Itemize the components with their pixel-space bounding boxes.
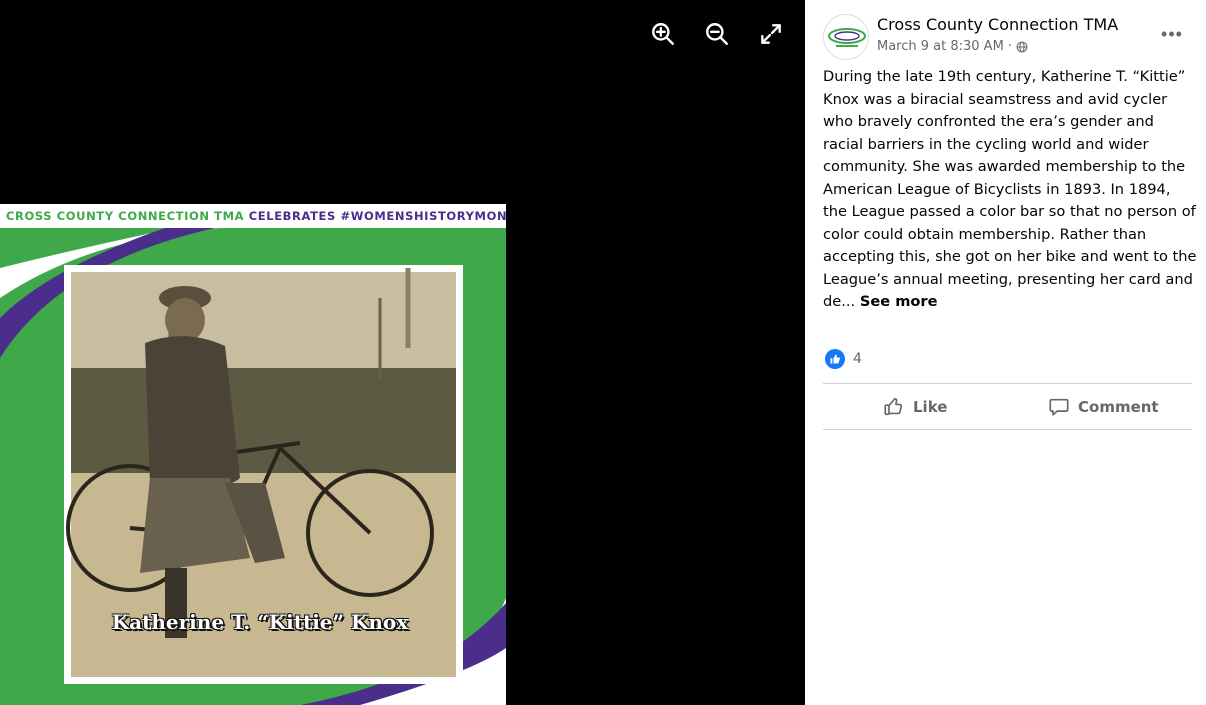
thumbs-up-icon xyxy=(884,397,903,416)
photo-caption: Katherine T. “Kittie” Knox xyxy=(111,610,409,634)
globe-icon xyxy=(1016,41,1028,52)
comment-icon xyxy=(1049,398,1069,416)
zoom-in-button[interactable] xyxy=(649,20,677,48)
post-meta: March 9 at 8:30 AM · xyxy=(877,39,1028,54)
meta-separator: · xyxy=(1007,39,1012,54)
banner-celebrates: CELEBRATES #WOMENSHISTORYMONTH xyxy=(248,209,506,223)
fullscreen-icon xyxy=(761,24,781,44)
page-logo-icon xyxy=(824,15,868,59)
zoom-out-icon xyxy=(706,23,728,45)
more-icon: ••• xyxy=(1161,23,1183,44)
reaction-count: 4 xyxy=(853,351,862,367)
divider-bottom xyxy=(823,429,1192,430)
more-options-button[interactable]: ••• xyxy=(1160,22,1184,46)
comment-label: Comment xyxy=(1078,398,1159,416)
like-label: Like xyxy=(913,398,948,416)
comment-button[interactable]: Comment xyxy=(1048,390,1159,424)
zoom-out-button[interactable] xyxy=(703,20,731,48)
reaction-summary[interactable]: 4 xyxy=(825,349,862,369)
photo-viewer: CROSS COUNTY CONNECTION TMA CELEBRATES #… xyxy=(0,0,805,705)
page-avatar[interactable] xyxy=(823,14,869,60)
photo-banner: CROSS COUNTY CONNECTION TMA CELEBRATES #… xyxy=(0,204,506,228)
post-text: During the late 19th century, Katherine … xyxy=(823,66,1197,314)
post-panel: Cross County Connection TMA March 9 at 8… xyxy=(805,0,1206,705)
like-button[interactable]: Like xyxy=(883,390,947,424)
post-body-text: During the late 19th century, Katherine … xyxy=(823,68,1197,310)
page-name[interactable]: Cross County Connection TMA xyxy=(877,15,1118,34)
zoom-in-icon xyxy=(652,23,674,45)
banner-org: CROSS COUNTY CONNECTION TMA xyxy=(6,209,245,223)
like-reaction-icon xyxy=(825,349,845,369)
post-timestamp[interactable]: March 9 at 8:30 AM xyxy=(877,39,1004,54)
see-more-link[interactable]: See more xyxy=(860,293,938,310)
fullscreen-button[interactable] xyxy=(757,20,785,48)
divider-top xyxy=(823,383,1192,384)
post-photo[interactable]: CROSS COUNTY CONNECTION TMA CELEBRATES #… xyxy=(0,204,506,705)
